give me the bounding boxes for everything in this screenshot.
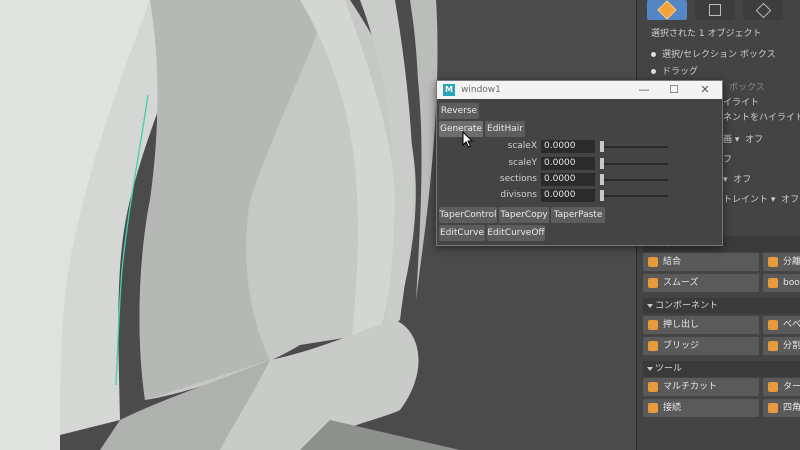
section-tool[interactable]: ツール <box>643 361 800 377</box>
dropdown-3-label: トレイント ▾ <box>723 195 776 205</box>
connect-label: 接続 <box>663 403 682 413</box>
quad-draw-button[interactable]: 四角 <box>763 399 800 417</box>
smooth-label: スムーズ <box>663 278 699 288</box>
target-weld-label: ター <box>783 382 800 392</box>
window-titlebar[interactable]: M window1 — ☐ ✕ <box>437 81 722 99</box>
separate-label: 分離 <box>783 257 800 267</box>
radio-dot-icon <box>651 69 656 74</box>
scaley-slider-handle[interactable] <box>600 158 604 169</box>
scalex-slider-handle[interactable] <box>600 141 604 152</box>
dropdown-2[interactable]: ▾ オフ <box>723 172 751 185</box>
dropdown-1-value: オフ <box>745 135 764 145</box>
maya-logo-icon: M <box>443 84 455 96</box>
scalex-label: scaleX <box>507 141 537 151</box>
maximize-button[interactable]: ☐ <box>659 81 689 99</box>
selection-count-text: 選択された 1 オブジェクト <box>651 29 762 39</box>
object-mode-button[interactable] <box>647 0 687 20</box>
square-icon <box>709 4 721 16</box>
sections-slider[interactable] <box>600 174 668 185</box>
quad-draw-label: 四角 <box>783 403 800 413</box>
scalex-field[interactable]: 0.0000 <box>541 140 595 153</box>
divisions-slider[interactable] <box>600 190 668 201</box>
connect-button[interactable]: 接続 <box>643 399 759 417</box>
multicut-button[interactable]: マルチカット <box>643 378 759 396</box>
boolean-button[interactable]: boo <box>763 274 800 292</box>
dropdown-2-value: オフ <box>733 175 752 185</box>
edge-mode-button[interactable] <box>743 0 783 20</box>
bevel-icon <box>768 320 778 330</box>
cube-icon <box>657 0 677 20</box>
smooth-icon <box>648 278 658 288</box>
dropdown-1[interactable]: 画 ▾ オフ <box>723 132 763 145</box>
radio-drag-label: ドラッグ <box>662 67 699 77</box>
quad-draw-icon <box>768 403 778 413</box>
radio-dot-icon <box>651 52 656 57</box>
edit-curve-button[interactable]: EditCurve <box>439 225 485 241</box>
tool-icon-row <box>647 0 783 20</box>
bevel-label: ベベ <box>783 320 800 330</box>
radio-selection-box[interactable]: 選択/セレクション ボックス <box>651 47 776 60</box>
section-component[interactable]: コンポーネント <box>643 298 800 314</box>
scaley-slider[interactable] <box>600 158 668 169</box>
vertex-mode-button[interactable] <box>695 0 735 20</box>
bridge-button[interactable]: ブリッジ <box>643 337 759 355</box>
option-component-highlight-label: ネントをハイライト <box>723 113 800 123</box>
bridge-icon <box>648 341 658 351</box>
minimize-button[interactable]: — <box>629 81 659 99</box>
dropdown-3-value: オフ <box>781 195 800 205</box>
dropdown-1-label: 画 ▾ <box>723 135 740 145</box>
extrude-icon <box>648 320 658 330</box>
mouse-cursor-icon <box>462 131 474 148</box>
tool-window: M window1 — ☐ ✕ Reverse Generate EditHai… <box>436 80 723 246</box>
generate-button[interactable]: Generate <box>439 121 483 137</box>
divide-button[interactable]: 分割 <box>763 337 800 355</box>
separate-button[interactable]: 分離 <box>763 253 800 271</box>
divide-icon <box>768 341 778 351</box>
extrude-label: 押し出し <box>663 320 700 330</box>
edithair-button[interactable]: EditHair <box>485 121 525 137</box>
taper-control-button[interactable]: TaperControl <box>439 207 497 223</box>
dropdown-2-label: ▾ <box>723 175 728 185</box>
extrude-button[interactable]: 押し出し <box>643 316 759 334</box>
combine-icon <box>648 257 658 267</box>
divisions-field[interactable]: 0.0000 <box>541 189 595 202</box>
radio-drag[interactable]: ドラッグ <box>651 64 698 77</box>
sections-slider-handle[interactable] <box>600 174 604 185</box>
bridge-label: ブリッジ <box>663 341 700 351</box>
taper-paste-button[interactable]: TaperPaste <box>551 207 605 223</box>
boolean-label: boo <box>783 278 800 288</box>
sections-field[interactable]: 0.0000 <box>541 173 595 186</box>
scaley-field[interactable]: 0.0000 <box>541 157 595 170</box>
window-title: window1 <box>461 85 501 95</box>
combine-button[interactable]: 結合 <box>643 253 759 271</box>
multicut-label: マルチカット <box>663 382 718 392</box>
target-weld-icon <box>768 382 778 392</box>
sections-label: sections <box>499 174 537 184</box>
divide-label: 分割 <box>783 341 800 351</box>
radio-selection-box-label: 選択/セレクション ボックス <box>662 50 776 60</box>
connect-icon <box>648 403 658 413</box>
dropdown-3[interactable]: トレイント ▾ オフ <box>723 192 799 205</box>
option-box-label: ボックス <box>729 83 765 93</box>
edit-curve-off-button[interactable]: EditCurveOff <box>487 225 545 241</box>
target-weld-button[interactable]: ター <box>763 378 800 396</box>
scaley-label: scaleY <box>508 158 537 168</box>
separate-icon <box>768 257 778 267</box>
reverse-button[interactable]: Reverse <box>439 103 479 119</box>
bevel-button[interactable]: ベベ <box>763 316 800 334</box>
scalex-slider[interactable] <box>600 141 668 152</box>
diamond-icon <box>755 2 771 18</box>
dropdown-partial-label: フ <box>723 155 733 165</box>
divisions-slider-handle[interactable] <box>600 190 604 201</box>
combine-label: 結合 <box>663 257 682 267</box>
boolean-icon <box>768 278 778 288</box>
multicut-icon <box>648 382 658 392</box>
taper-copy-button[interactable]: TaperCopy <box>499 207 549 223</box>
divisions-label: divisons <box>500 190 537 200</box>
option-highlight-label: イライト <box>723 98 760 108</box>
close-button[interactable]: ✕ <box>690 81 720 99</box>
smooth-button[interactable]: スムーズ <box>643 274 759 292</box>
